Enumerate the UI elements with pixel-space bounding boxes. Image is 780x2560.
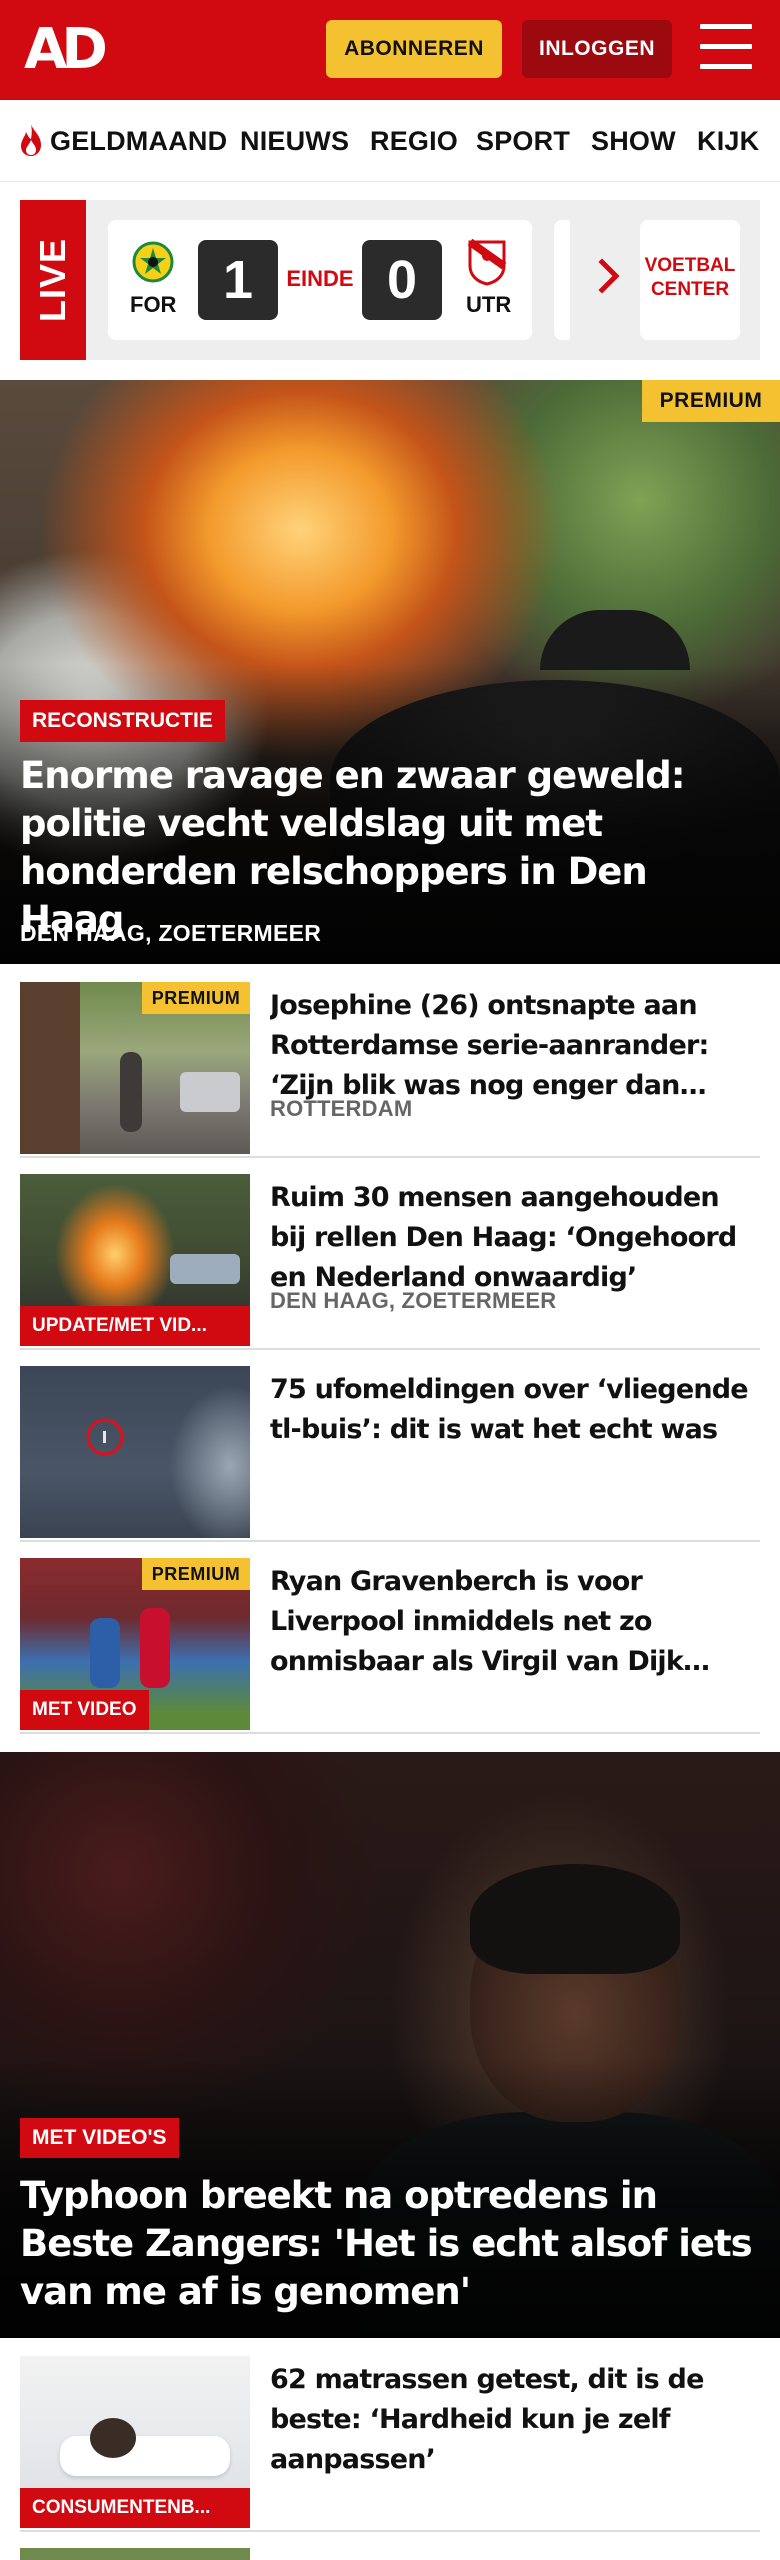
nav-item-geldmaand[interactable]: GELDMAAND: [50, 126, 227, 157]
hero-article[interactable]: PREMIUM RECONSTRUCTIE Enorme ravage en z…: [0, 380, 780, 964]
next-match-card[interactable]: [554, 220, 570, 340]
nav-item-kijk[interactable]: KIJK: [697, 126, 759, 157]
article-item[interactable]: PREMIUM MET VIDEO Ryan Gravenberch is vo…: [20, 1542, 760, 1734]
ad-logo[interactable]: AD: [24, 20, 116, 80]
premium-badge: PREMIUM: [142, 982, 250, 1014]
article-label: CONSUMENTENB...: [20, 2488, 250, 2528]
article-thumbnail: PREMIUM: [20, 982, 250, 1154]
nav-item-regio[interactable]: REGIO: [370, 126, 458, 157]
home-score: 1: [198, 240, 278, 320]
flame-icon: [21, 124, 41, 156]
live-tag: LIVE: [20, 200, 86, 360]
circle-marker-icon: [86, 1418, 124, 1456]
article-item[interactable]: CONSUMENTENB... 62 matrassen getest, dit…: [20, 2340, 760, 2532]
article-thumbnail: [20, 1366, 250, 1538]
home-team-code: FOR: [130, 292, 177, 317]
hero-location: DEN HAAG, ZOETERMEER: [20, 920, 322, 946]
article-title[interactable]: Ruim 30 mensen aangehouden bij rellen De…: [270, 1178, 750, 1298]
site-header: AD ABONNEREN INLOGGEN: [0, 0, 780, 100]
article-location: DEN HAAG, ZOETERMEER: [270, 1288, 557, 1313]
video-feature-article[interactable]: MET VIDEO'S Typhoon breekt na optredens …: [0, 1752, 780, 2338]
article-item[interactable]: PREMIUM Josephine (26) ontsnapte aan Rot…: [20, 966, 760, 1158]
match-status: EINDE: [286, 266, 354, 291]
video-feature-title[interactable]: Typhoon breekt na optredens in Beste Zan…: [20, 2172, 760, 2316]
voetbal-center-link[interactable]: VOETBAL CENTER: [640, 220, 740, 340]
article-thumbnail: CONSUMENTENB...: [20, 2356, 250, 2528]
match-card[interactable]: FOR 1 EINDE 0 UTR: [108, 220, 532, 340]
hero-image-umbrella: [540, 610, 690, 670]
video-label: MET VIDEO'S: [20, 2118, 179, 2158]
live-label: LIVE: [32, 237, 73, 323]
menu-icon[interactable]: [700, 24, 752, 72]
login-button[interactable]: INLOGGEN: [522, 20, 672, 78]
article-item[interactable]: 75 ufomeldingen over ‘vliegende tl-buis’…: [20, 1350, 760, 1542]
nav-item-show[interactable]: SHOW: [591, 126, 676, 157]
chevron-right-icon[interactable]: [594, 256, 624, 296]
voetbal-center-line2: CENTER: [650, 279, 730, 300]
away-score: 0: [362, 240, 442, 320]
premium-badge: PREMIUM: [142, 1558, 250, 1590]
hero-label: RECONSTRUCTIE: [20, 700, 225, 742]
article-location: ROTTERDAM: [270, 1096, 413, 1121]
article-label: MET VIDEO: [20, 1690, 149, 1730]
premium-badge: PREMIUM: [642, 380, 780, 422]
article-title[interactable]: 62 matrassen getest, dit is de beste: ‘H…: [270, 2360, 750, 2480]
article-item[interactable]: UPDATE/MET VID... Ruim 30 mensen aangeho…: [20, 1158, 760, 1350]
away-team-code: UTR: [466, 292, 512, 317]
live-scores-bar: LIVE FOR 1 EINDE 0 UTR VOETBAL CENTER: [20, 200, 760, 360]
voetbal-center-line1: VOETBAL: [644, 255, 736, 276]
subscribe-button[interactable]: ABONNEREN: [326, 20, 502, 78]
utrecht-club-logo-icon: [467, 238, 507, 286]
article-title[interactable]: 75 ufomeldingen over ‘vliegende tl-buis’…: [270, 1370, 750, 1450]
article-thumbnail: PREMIUM MET VIDEO: [20, 1558, 250, 1730]
section-nav: GELDMAAND NIEUWS REGIO SPORT SHOW KIJK: [0, 100, 780, 182]
article-thumbnail-partial: [20, 2548, 250, 2560]
article-label: UPDATE/MET VID...: [20, 1306, 250, 1346]
fortuna-club-logo-icon: [132, 241, 174, 283]
hero-title[interactable]: Enorme ravage en zwaar geweld: politie v…: [20, 752, 760, 944]
article-thumbnail: UPDATE/MET VID...: [20, 1174, 250, 1346]
nav-item-sport[interactable]: SPORT: [476, 126, 570, 157]
article-title[interactable]: Josephine (26) ontsnapte aan Rotterdamse…: [270, 986, 750, 1106]
article-title[interactable]: Ryan Gravenberch is voor Liverpool inmid…: [270, 1562, 750, 1682]
nav-item-nieuws[interactable]: NIEUWS: [240, 126, 349, 157]
logo-text: AD: [24, 17, 108, 82]
